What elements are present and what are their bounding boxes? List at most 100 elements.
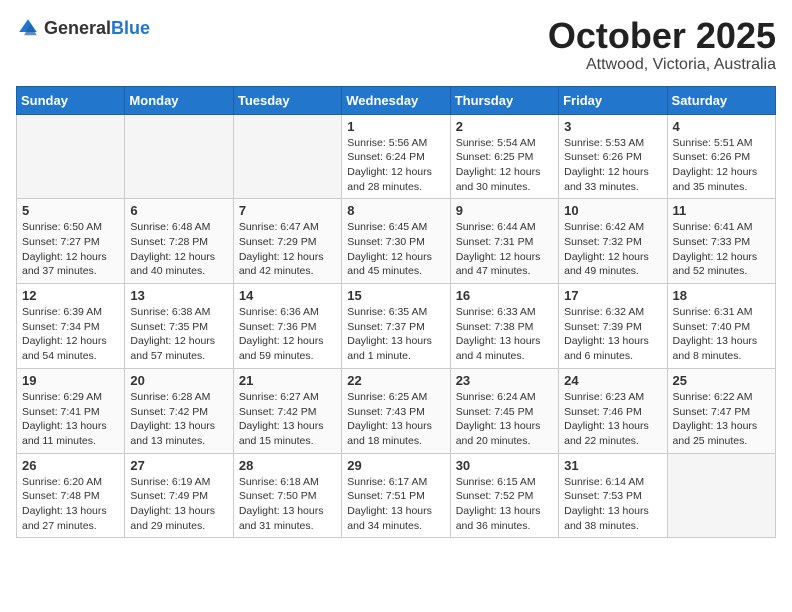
calendar-cell: 12 Sunrise: 6:39 AM Sunset: 7:34 PM Dayli…: [17, 284, 125, 369]
calendar-cell: 28 Sunrise: 6:18 AM Sunset: 7:50 PM Dayli…: [233, 453, 341, 538]
day-number: 4: [673, 119, 770, 134]
location-title: Attwood, Victoria, Australia: [548, 56, 776, 74]
calendar-week-2: 5Sunrise: 6:50 AM Sunset: 7:27 PM Daylig…: [17, 199, 776, 284]
day-number: 2: [456, 119, 553, 134]
day-number: 15: [347, 288, 444, 303]
day-number: 11: [673, 203, 770, 218]
logo-icon: [16, 16, 40, 40]
day-info: Sunrise: 6:42 AM Sunset: 7:32 PM Dayligh…: [564, 220, 661, 279]
calendar-cell: 2 Sunrise: 5:54 AM Sunset: 6:25 PM Daylig…: [450, 114, 558, 199]
calendar-cell: 8 Sunrise: 6:45 AM Sunset: 7:30 PM Daylig…: [342, 199, 450, 284]
logo-blue: Blue: [111, 19, 150, 37]
day-info: Sunrise: 6:32 AM Sunset: 7:39 PM Dayligh…: [564, 305, 661, 364]
day-info: Sunrise: 6:39 AM Sunset: 7:34 PM Dayligh…: [22, 305, 119, 364]
calendar-cell: [233, 114, 341, 199]
day-number: 1: [347, 119, 444, 134]
calendar-cell: 5Sunrise: 6:50 AM Sunset: 7:27 PM Daylig…: [17, 199, 125, 284]
day-info: Sunrise: 6:29 AM Sunset: 7:41 PM Dayligh…: [22, 390, 119, 449]
title-area: October 2025 Attwood, Victoria, Australi…: [548, 16, 776, 74]
calendar-table: SundayMondayTuesdayWednesdayThursdayFrid…: [16, 86, 776, 539]
day-number: 9: [456, 203, 553, 218]
weekday-header-wednesday: Wednesday: [342, 86, 450, 114]
day-number: 26: [22, 458, 119, 473]
calendar-cell: 21Sunrise: 6:27 AM Sunset: 7:42 PM Dayli…: [233, 368, 341, 453]
day-info: Sunrise: 6:28 AM Sunset: 7:42 PM Dayligh…: [130, 390, 227, 449]
calendar-cell: 20 Sunrise: 6:28 AM Sunset: 7:42 PM Dayli…: [125, 368, 233, 453]
calendar-cell: 25 Sunrise: 6:22 AM Sunset: 7:47 PM Dayli…: [667, 368, 775, 453]
day-number: 13: [130, 288, 227, 303]
calendar-cell: 14 Sunrise: 6:36 AM Sunset: 7:36 PM Dayli…: [233, 284, 341, 369]
calendar-cell: 11 Sunrise: 6:41 AM Sunset: 7:33 PM Dayli…: [667, 199, 775, 284]
day-number: 23: [456, 373, 553, 388]
day-number: 30: [456, 458, 553, 473]
day-info: Sunrise: 5:51 AM Sunset: 6:26 PM Dayligh…: [673, 136, 770, 195]
day-info: Sunrise: 6:20 AM Sunset: 7:48 PM Dayligh…: [22, 475, 119, 534]
day-info: Sunrise: 5:54 AM Sunset: 6:25 PM Dayligh…: [456, 136, 553, 195]
calendar-cell: 13 Sunrise: 6:38 AM Sunset: 7:35 PM Dayli…: [125, 284, 233, 369]
day-info: Sunrise: 6:19 AM Sunset: 7:49 PM Dayligh…: [130, 475, 227, 534]
calendar-cell: 24 Sunrise: 6:23 AM Sunset: 7:46 PM Dayli…: [559, 368, 667, 453]
day-info: Sunrise: 5:56 AM Sunset: 6:24 PM Dayligh…: [347, 136, 444, 195]
day-info: Sunrise: 6:23 AM Sunset: 7:46 PM Dayligh…: [564, 390, 661, 449]
day-number: 12: [22, 288, 119, 303]
calendar-cell: 19 Sunrise: 6:29 AM Sunset: 7:41 PM Dayli…: [17, 368, 125, 453]
day-info: Sunrise: 6:27 AM Sunset: 7:42 PM Dayligh…: [239, 390, 336, 449]
calendar-cell: 4 Sunrise: 5:51 AM Sunset: 6:26 PM Daylig…: [667, 114, 775, 199]
day-info: Sunrise: 6:35 AM Sunset: 7:37 PM Dayligh…: [347, 305, 444, 364]
calendar-cell: 10 Sunrise: 6:42 AM Sunset: 7:32 PM Dayli…: [559, 199, 667, 284]
calendar-week-5: 26 Sunrise: 6:20 AM Sunset: 7:48 PM Dayli…: [17, 453, 776, 538]
calendar-cell: 6Sunrise: 6:48 AM Sunset: 7:28 PM Daylig…: [125, 199, 233, 284]
day-number: 3: [564, 119, 661, 134]
day-info: Sunrise: 5:53 AM Sunset: 6:26 PM Dayligh…: [564, 136, 661, 195]
calendar-cell: 3 Sunrise: 5:53 AM Sunset: 6:26 PM Daylig…: [559, 114, 667, 199]
day-number: 20: [130, 373, 227, 388]
day-number: 7: [239, 203, 336, 218]
weekday-header-friday: Friday: [559, 86, 667, 114]
weekday-header-monday: Monday: [125, 86, 233, 114]
calendar-week-4: 19 Sunrise: 6:29 AM Sunset: 7:41 PM Dayli…: [17, 368, 776, 453]
day-number: 17: [564, 288, 661, 303]
day-number: 27: [130, 458, 227, 473]
day-number: 5: [22, 203, 119, 218]
day-number: 22: [347, 373, 444, 388]
calendar-cell: 23Sunrise: 6:24 AM Sunset: 7:45 PM Dayli…: [450, 368, 558, 453]
calendar-cell: [17, 114, 125, 199]
calendar-cell: [125, 114, 233, 199]
calendar-cell: 27 Sunrise: 6:19 AM Sunset: 7:49 PM Dayli…: [125, 453, 233, 538]
calendar-cell: 16Sunrise: 6:33 AM Sunset: 7:38 PM Dayli…: [450, 284, 558, 369]
day-info: Sunrise: 6:41 AM Sunset: 7:33 PM Dayligh…: [673, 220, 770, 279]
logo-text: General Blue: [44, 19, 150, 37]
calendar-cell: 18Sunrise: 6:31 AM Sunset: 7:40 PM Dayli…: [667, 284, 775, 369]
month-title: October 2025: [548, 16, 776, 56]
page-header: General Blue October 2025 Attwood, Victo…: [16, 16, 776, 74]
weekday-header-row: SundayMondayTuesdayWednesdayThursdayFrid…: [17, 86, 776, 114]
day-number: 16: [456, 288, 553, 303]
day-info: Sunrise: 6:36 AM Sunset: 7:36 PM Dayligh…: [239, 305, 336, 364]
day-number: 28: [239, 458, 336, 473]
day-info: Sunrise: 6:38 AM Sunset: 7:35 PM Dayligh…: [130, 305, 227, 364]
weekday-header-thursday: Thursday: [450, 86, 558, 114]
calendar-cell: 17 Sunrise: 6:32 AM Sunset: 7:39 PM Dayli…: [559, 284, 667, 369]
calendar-week-3: 12 Sunrise: 6:39 AM Sunset: 7:34 PM Dayli…: [17, 284, 776, 369]
day-number: 14: [239, 288, 336, 303]
day-number: 8: [347, 203, 444, 218]
calendar-cell: 1 Sunrise: 5:56 AM Sunset: 6:24 PM Daylig…: [342, 114, 450, 199]
weekday-header-saturday: Saturday: [667, 86, 775, 114]
day-info: Sunrise: 6:47 AM Sunset: 7:29 PM Dayligh…: [239, 220, 336, 279]
logo-general: General: [44, 19, 111, 37]
day-number: 31: [564, 458, 661, 473]
day-info: Sunrise: 6:22 AM Sunset: 7:47 PM Dayligh…: [673, 390, 770, 449]
day-info: Sunrise: 6:18 AM Sunset: 7:50 PM Dayligh…: [239, 475, 336, 534]
day-number: 29: [347, 458, 444, 473]
day-info: Sunrise: 6:48 AM Sunset: 7:28 PM Dayligh…: [130, 220, 227, 279]
day-info: Sunrise: 6:45 AM Sunset: 7:30 PM Dayligh…: [347, 220, 444, 279]
day-number: 25: [673, 373, 770, 388]
day-number: 19: [22, 373, 119, 388]
weekday-header-tuesday: Tuesday: [233, 86, 341, 114]
day-number: 10: [564, 203, 661, 218]
day-info: Sunrise: 6:17 AM Sunset: 7:51 PM Dayligh…: [347, 475, 444, 534]
calendar-cell: 9Sunrise: 6:44 AM Sunset: 7:31 PM Daylig…: [450, 199, 558, 284]
day-info: Sunrise: 6:15 AM Sunset: 7:52 PM Dayligh…: [456, 475, 553, 534]
day-number: 24: [564, 373, 661, 388]
weekday-header-sunday: Sunday: [17, 86, 125, 114]
